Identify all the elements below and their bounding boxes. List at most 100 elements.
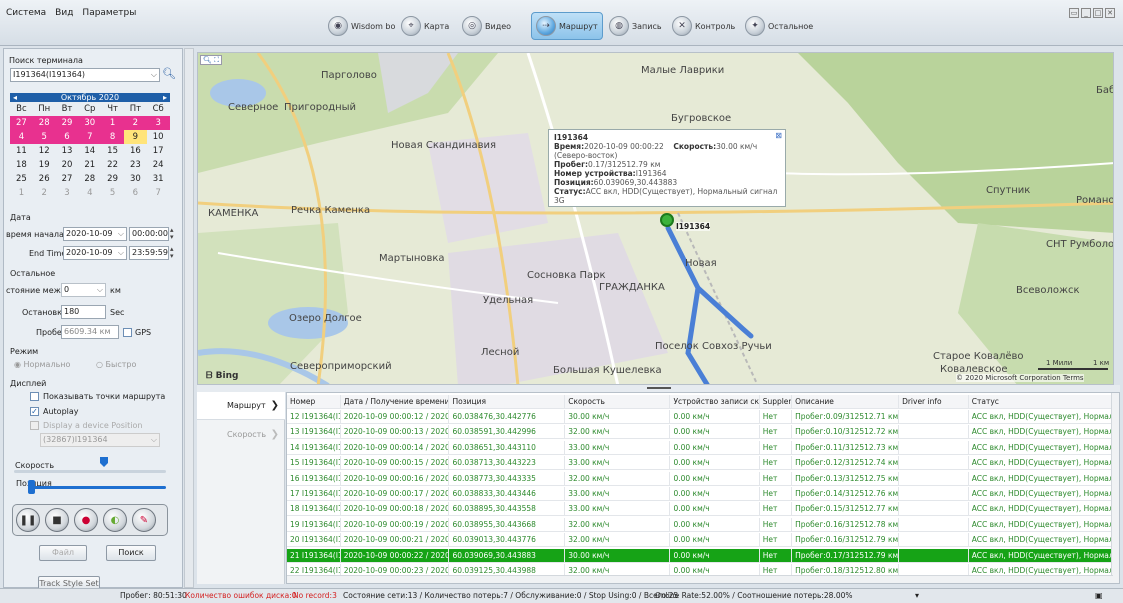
device-select[interactable]: (32867)I191364 ⌵ bbox=[40, 433, 160, 447]
status-expand-icon[interactable]: ▣ bbox=[1095, 589, 1103, 603]
stop-icon[interactable]: ■ bbox=[45, 508, 69, 532]
menu-parameters[interactable]: Параметры bbox=[82, 8, 136, 18]
maximize-icon[interactable]: □ bbox=[1093, 8, 1103, 18]
table-row[interactable]: 18 I191364(I1912020-10-09 00:00:18 / 202… bbox=[287, 502, 1113, 517]
calendar-day[interactable]: 7 bbox=[147, 186, 170, 200]
calendar-day[interactable]: 29 bbox=[55, 116, 79, 130]
start-time-spinner-icon[interactable]: ▴ ▾ bbox=[170, 227, 174, 241]
table-row[interactable]: 15 I191364(I1912020-10-09 00:00:15 / 202… bbox=[287, 456, 1113, 471]
vehicle-marker-icon[interactable] bbox=[660, 213, 674, 227]
calendar-day[interactable]: 30 bbox=[124, 172, 147, 186]
nav-button-6[interactable]: ✦ Остальное bbox=[745, 13, 813, 39]
start-time-input[interactable]: 00:00:00 bbox=[129, 227, 169, 241]
calendar-day[interactable]: 2 bbox=[33, 186, 56, 200]
restore-icon[interactable]: ▭ bbox=[1069, 8, 1079, 18]
calendar-day[interactable]: 5 bbox=[32, 130, 56, 144]
calendar-day[interactable]: 22 bbox=[101, 158, 124, 172]
table-row[interactable]: 19 I191364(I1912020-10-09 00:00:19 / 202… bbox=[287, 517, 1113, 532]
table-row[interactable]: 20 I191364(I1912020-10-09 00:00:21 / 202… bbox=[287, 533, 1113, 548]
calendar-day[interactable]: 25 bbox=[10, 172, 33, 186]
calendar-day[interactable]: 3 bbox=[146, 116, 170, 130]
map-copyright[interactable]: © 2020 Microsoft Corporation Terms bbox=[956, 374, 1084, 382]
calendar-day[interactable]: 27 bbox=[10, 116, 33, 130]
close-icon[interactable]: ✕ bbox=[1105, 8, 1115, 18]
calendar-day[interactable]: 27 bbox=[56, 172, 79, 186]
nav-button-5[interactable]: ✕ Контроль bbox=[672, 13, 735, 39]
calendar-day[interactable]: 2 bbox=[123, 116, 147, 130]
calendar-day[interactable]: 16 bbox=[124, 144, 147, 158]
calendar-day[interactable]: 28 bbox=[32, 116, 56, 130]
calendar-day[interactable]: 3 bbox=[56, 186, 79, 200]
mode-fast-radio[interactable]: ○ Быстро bbox=[96, 360, 136, 369]
record-icon[interactable]: ● bbox=[74, 508, 98, 532]
end-date-input[interactable]: 2020-10-09 ⌵ bbox=[63, 246, 127, 260]
calendar-day[interactable]: 28 bbox=[78, 172, 101, 186]
gps-checkbox[interactable] bbox=[123, 328, 132, 337]
clear-icon[interactable]: ✎ bbox=[132, 508, 156, 532]
nav-button-2[interactable]: ◎ Видео bbox=[462, 13, 511, 39]
prev-month-icon[interactable]: ◂ bbox=[13, 93, 17, 102]
calendar-day[interactable]: 29 bbox=[101, 172, 124, 186]
calendar-day[interactable]: 5 bbox=[101, 186, 124, 200]
mileage-input[interactable]: 6609.34 км bbox=[61, 325, 119, 339]
next-month-icon[interactable]: ▸ bbox=[163, 93, 167, 102]
left-panel-scrollbar[interactable] bbox=[184, 48, 194, 588]
end-time-input[interactable]: 23:59:59 bbox=[129, 246, 169, 260]
display-device-checkbox[interactable] bbox=[30, 421, 39, 430]
table-horizontal-scrollbar[interactable] bbox=[287, 575, 1113, 583]
calendar-day[interactable]: 11 bbox=[10, 144, 33, 158]
tab-route[interactable]: Маршрут ❯ bbox=[197, 392, 285, 420]
calendar-day[interactable]: 6 bbox=[124, 186, 147, 200]
terminal-select[interactable]: I191364(I191364) ⌵ bbox=[10, 68, 160, 82]
speed-slider-track[interactable] bbox=[14, 470, 166, 473]
export-icon[interactable]: ◐ bbox=[103, 508, 127, 532]
calendar-day[interactable]: 1 bbox=[10, 186, 33, 200]
position-slider-track[interactable] bbox=[32, 486, 166, 489]
calendar-day[interactable]: 4 bbox=[78, 186, 101, 200]
calendar-day[interactable]: 24 bbox=[147, 158, 170, 172]
minimize-icon[interactable]: _ bbox=[1081, 8, 1091, 18]
search-button[interactable]: Поиск bbox=[106, 545, 156, 561]
speed-slider-handle[interactable] bbox=[100, 457, 108, 467]
search-icon[interactable]: 🔍︎ bbox=[162, 67, 176, 80]
table-row[interactable]: 14 I191364(I1912020-10-09 00:00:14 / 202… bbox=[287, 440, 1113, 455]
nav-button-0[interactable]: ◉ Wisdom bo bbox=[328, 13, 395, 39]
calendar-day[interactable]: 26 bbox=[33, 172, 56, 186]
calendar-day[interactable]: 13 bbox=[56, 144, 79, 158]
calendar-day[interactable]: 14 bbox=[78, 144, 101, 158]
calendar-day[interactable]: 19 bbox=[33, 158, 56, 172]
calendar-day[interactable]: 4 bbox=[10, 130, 33, 144]
file-button[interactable]: Файл bbox=[39, 545, 87, 561]
close-popup-icon[interactable]: ⊠ bbox=[775, 131, 782, 140]
calendar-day[interactable]: 1 bbox=[101, 116, 124, 130]
start-date-input[interactable]: 2020-10-09 ⌵ bbox=[63, 227, 127, 241]
nav-button-3[interactable]: ⇢ Маршрут bbox=[531, 12, 603, 40]
calendar-day[interactable]: 9 bbox=[123, 130, 147, 144]
mode-normal-radio[interactable]: ◉ Нормально bbox=[14, 360, 70, 369]
autoplay-checkbox[interactable]: ✓ bbox=[30, 407, 39, 416]
table-vertical-scrollbar[interactable] bbox=[1111, 393, 1119, 583]
distance-select[interactable]: 0 ⌵ bbox=[61, 283, 106, 297]
nav-button-1[interactable]: ⌖ Карта bbox=[401, 13, 449, 39]
pause-icon[interactable]: ❚❚ bbox=[16, 508, 40, 532]
end-time-spinner-icon[interactable]: ▴ ▾ bbox=[170, 246, 174, 260]
status-dropdown-icon[interactable]: ▾ bbox=[915, 589, 919, 603]
menu-system[interactable]: Система bbox=[6, 8, 46, 18]
calendar-day[interactable]: 18 bbox=[10, 158, 33, 172]
map-view[interactable]: 🔍︎ ⛶ Парголово Малые Лаврики Бабино Северно… bbox=[197, 52, 1114, 385]
calendar-day[interactable]: 12 bbox=[33, 144, 56, 158]
tab-speed[interactable]: Скорость ❯ bbox=[197, 420, 285, 448]
calendar-day[interactable]: 20 bbox=[56, 158, 79, 172]
calendar-day[interactable]: 7 bbox=[78, 130, 102, 144]
show-points-checkbox[interactable] bbox=[30, 392, 39, 401]
calendar-day[interactable]: 21 bbox=[78, 158, 101, 172]
map-splitter[interactable] bbox=[197, 385, 1120, 392]
table-header[interactable]: Номер Дата / Получение времени Позиция Скор… bbox=[287, 395, 1113, 409]
calendar-day[interactable]: 6 bbox=[55, 130, 79, 144]
table-row[interactable]: 17 I191364(I1912020-10-09 00:00:17 / 202… bbox=[287, 487, 1113, 501]
menu-view[interactable]: Вид bbox=[55, 8, 73, 18]
table-row[interactable]: 16 I191364(I1912020-10-09 00:00:16 / 202… bbox=[287, 471, 1113, 486]
map-zoom-tools[interactable]: 🔍︎ ⛶ bbox=[200, 55, 222, 65]
calendar-day[interactable]: 31 bbox=[147, 172, 170, 186]
position-slider-handle[interactable] bbox=[28, 480, 35, 494]
